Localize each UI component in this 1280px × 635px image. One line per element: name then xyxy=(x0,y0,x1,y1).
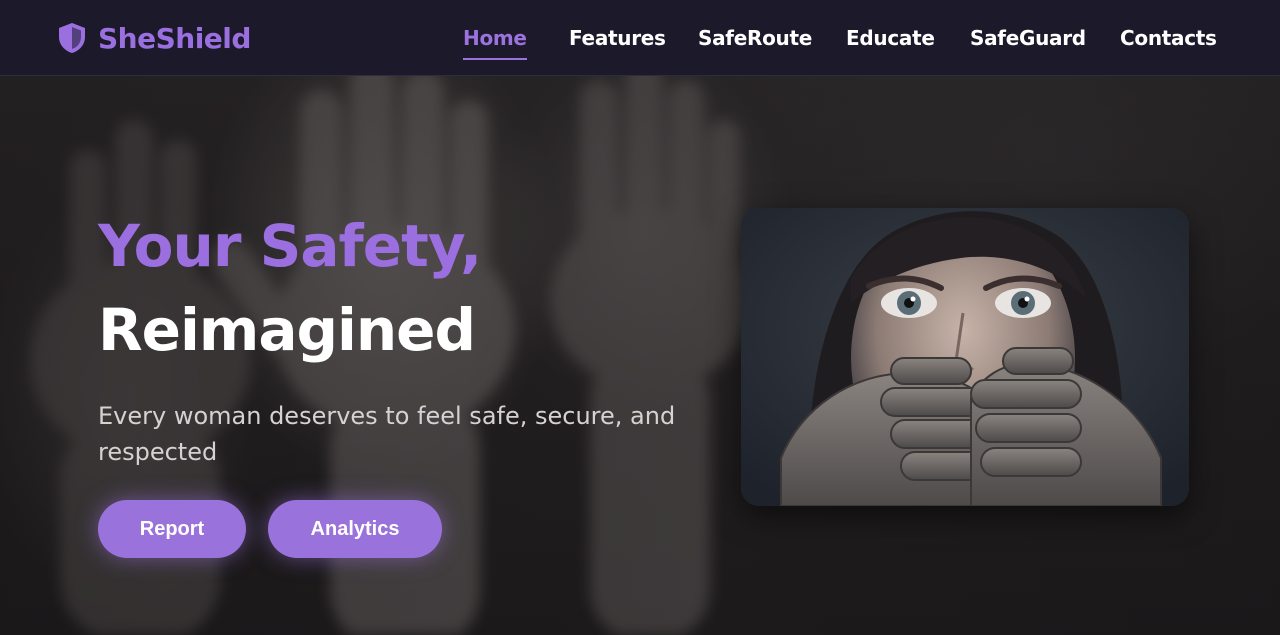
nav-link-features[interactable]: Features xyxy=(569,26,666,54)
nav-link-home[interactable]: Home xyxy=(463,26,527,60)
navbar: SheShield Home Features SafeRoute Educat… xyxy=(0,0,1280,76)
main-nav: Home Features SafeRoute Educate SafeGuar… xyxy=(0,0,1280,76)
nav-link-safeguard[interactable]: SafeGuard xyxy=(970,26,1086,54)
analytics-button[interactable]: Analytics xyxy=(268,500,442,558)
report-button[interactable]: Report xyxy=(98,500,246,558)
nav-link-saferoute[interactable]: SafeRoute xyxy=(698,26,812,54)
hero-image-card xyxy=(741,208,1189,506)
page: SheShield Home Features SafeRoute Educat… xyxy=(0,0,1280,635)
nav-link-contacts[interactable]: Contacts xyxy=(1120,26,1217,54)
hero-photo xyxy=(741,208,1189,506)
hero-subtitle: Every woman deserves to feel safe, secur… xyxy=(98,402,676,466)
nav-link-educate[interactable]: Educate xyxy=(846,26,935,54)
hero-title-line-1: Your Safety, xyxy=(98,212,482,280)
hero-title-line-2: Reimagined xyxy=(98,296,476,364)
